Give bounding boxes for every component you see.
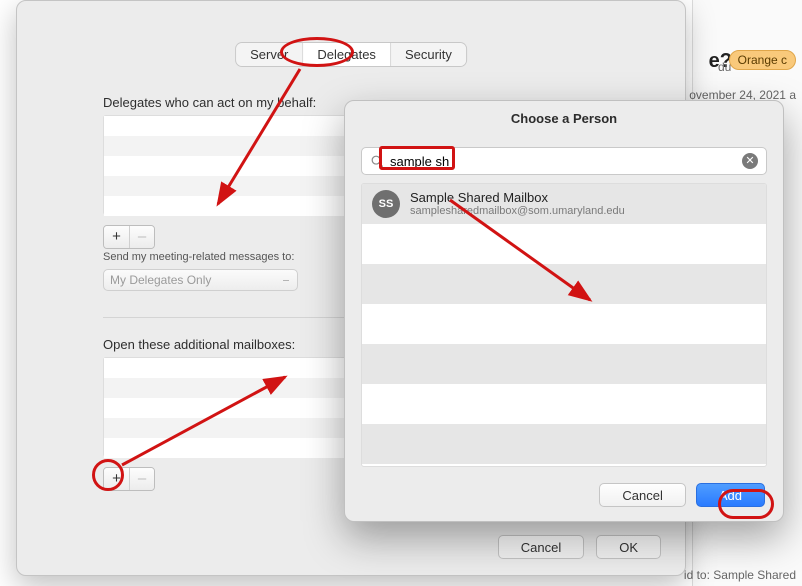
main-ok-button[interactable]: OK: [596, 535, 661, 559]
bg-category-badge: Orange c: [729, 50, 796, 70]
mailboxes-remove-button[interactable]: –: [129, 468, 154, 490]
delegates-section-label: Delegates who can act on my behalf:: [103, 95, 316, 110]
clear-search-button[interactable]: ✕: [742, 153, 758, 169]
tab-server[interactable]: Server: [236, 43, 302, 66]
bg-domain-fragment: du: [718, 60, 731, 74]
meeting-messages-dropdown[interactable]: My Delegates Only: [103, 269, 298, 291]
additional-mailboxes-label: Open these additional mailboxes:: [103, 337, 295, 352]
meeting-messages-value: My Delegates Only: [110, 273, 211, 287]
choose-person-sheet: Choose a Person ✕ SS Sample Shared Mailb…: [344, 100, 784, 522]
search-field-wrapper[interactable]: ✕: [361, 147, 767, 175]
search-icon: [370, 154, 384, 168]
search-results-list[interactable]: SS Sample Shared Mailbox samplesharedmai…: [361, 183, 767, 467]
main-window-buttons: Cancel OK: [498, 535, 661, 559]
sheet-title: Choose a Person: [345, 101, 783, 126]
meeting-messages-label: Send my meeting-related messages to:: [103, 251, 294, 263]
sheet-cancel-button[interactable]: Cancel: [599, 483, 685, 507]
result-avatar: SS: [372, 190, 400, 218]
delegates-remove-button[interactable]: –: [129, 226, 154, 248]
search-result-row[interactable]: SS Sample Shared Mailbox samplesharedmai…: [362, 184, 766, 224]
mailboxes-add-button[interactable]: +: [104, 468, 129, 490]
delegates-add-button[interactable]: +: [104, 226, 129, 248]
bg-footer-fragment: id to: Sample Shared: [684, 568, 796, 582]
search-input[interactable]: [388, 153, 742, 170]
tab-security[interactable]: Security: [390, 43, 466, 66]
mailboxes-add-remove-group: + –: [103, 467, 155, 491]
main-cancel-button[interactable]: Cancel: [498, 535, 584, 559]
sheet-add-button[interactable]: Add: [696, 483, 765, 507]
result-email: samplesharedmailbox@som.umaryland.edu: [410, 205, 625, 218]
result-name: Sample Shared Mailbox: [410, 190, 625, 206]
tabs-segmented-control: Server Delegates Security: [236, 43, 466, 66]
delegates-add-remove-group: + –: [103, 225, 155, 249]
sheet-buttons: Cancel Add: [599, 483, 765, 507]
tab-delegates[interactable]: Delegates: [302, 43, 390, 66]
